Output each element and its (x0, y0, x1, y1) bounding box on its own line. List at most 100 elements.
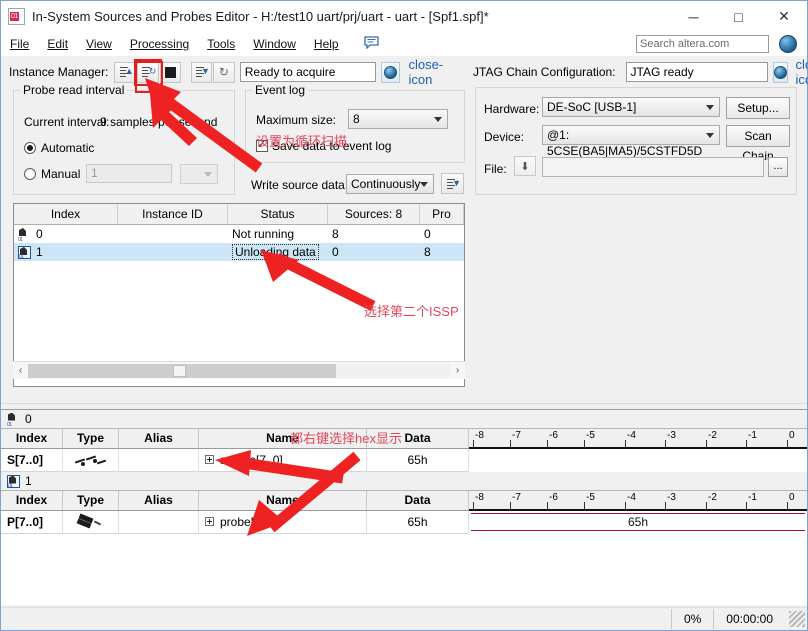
scroll-right-arrow-icon[interactable]: › (450, 365, 465, 376)
checkbox-indicator-save-data (256, 138, 268, 152)
write-source-data-label: Write source data: (251, 178, 349, 192)
minimize-button[interactable]: ─ (671, 1, 716, 32)
radio-indicator-manual (24, 168, 36, 180)
scrollbar-track[interactable] (28, 363, 450, 378)
write-source-data-button[interactable]: ▼ (441, 173, 464, 194)
manual-radio[interactable]: Manual (24, 167, 80, 181)
row-status: Not running (232, 227, 295, 241)
stop-analysis-button[interactable] (159, 61, 182, 83)
progress-percent: 0% (670, 609, 713, 629)
instance-group-header-1[interactable]: 1 (1, 472, 807, 491)
refresh-button[interactable]: ↻ (213, 61, 235, 83)
maximize-button[interactable]: □ (716, 1, 761, 32)
menu-item-view[interactable]: View (77, 35, 121, 53)
continuous-analysis-button[interactable]: ↻ (134, 58, 162, 86)
column-header-alias[interactable]: Alias (119, 491, 199, 510)
chevron-down-icon (434, 117, 442, 122)
column-header-type[interactable]: Type (63, 491, 119, 510)
browse-button[interactable]: ... (768, 157, 788, 177)
save-data-to-event-log-checkbox[interactable]: Save data to event log (256, 138, 391, 153)
instance-group-label: 0 (25, 412, 32, 426)
title-bar: In-System Sources and Probes Editor - H:… (1, 1, 807, 32)
instance-manager-status[interactable]: Ready to acquire (239, 62, 376, 82)
close-button[interactable]: ✕ (761, 1, 807, 32)
status-bar: 0% 00:00:00 (1, 607, 807, 630)
current-interval-label: Current interval: (24, 115, 110, 129)
instance-manager-close-icon[interactable]: close-icon (408, 57, 463, 87)
time-ruler: -8 -7 -6 -5 -4 -3 -2 -1 0 (469, 491, 807, 511)
device-label: Device: (484, 130, 525, 144)
row-probes: 0 (424, 227, 431, 241)
expand-icon[interactable] (205, 516, 214, 526)
event-log-legend: Event log (252, 83, 309, 97)
instance-group-header-0[interactable]: 0 (1, 410, 807, 429)
menu-item-help[interactable]: Help (305, 35, 348, 53)
column-header-index[interactable]: Index (1, 491, 63, 510)
chevron-down-icon (706, 133, 714, 138)
column-header-data[interactable]: Data (367, 429, 469, 448)
waveform-lane-source[interactable] (469, 449, 807, 472)
menu-item-processing[interactable]: Processing (121, 35, 198, 53)
write-source-data-combo[interactable]: Continuously (346, 174, 434, 194)
column-header-status[interactable]: Status (228, 204, 328, 224)
column-header-sources[interactable]: Sources: 8 (328, 204, 420, 224)
row-sources: 8 (332, 227, 339, 241)
row-data[interactable]: 65h (367, 448, 469, 472)
menu-item-file[interactable]: File (1, 35, 38, 53)
row-name-label: probe[7..0] (220, 514, 278, 529)
waveform-lane-probe[interactable]: 65h (469, 511, 807, 534)
waveform-ruler-0: -8 -7 -6 -5 -4 -3 -2 -1 0 (469, 429, 807, 472)
column-header-alias[interactable]: Alias (119, 429, 199, 448)
row-index: S[7..0] (1, 448, 63, 472)
menu-item-window[interactable]: Window (244, 35, 305, 53)
manual-interval-input[interactable]: 1 (86, 164, 172, 183)
column-header-index[interactable]: Index (1, 429, 63, 448)
automatic-radio[interactable]: Automatic (24, 141, 94, 155)
scan-chain-button[interactable]: Scan Chain (726, 125, 790, 163)
maximum-size-combo[interactable]: 8 (348, 109, 448, 129)
hardware-combo[interactable]: DE-SoC [USB-1] (542, 97, 720, 117)
row-name[interactable]: probe[7..0] (199, 510, 367, 534)
read-probe-data-button[interactable]: ▼ (190, 61, 213, 83)
jtag-header: JTAG Chain Configuration: JTAG ready clo… (471, 57, 808, 87)
device-value: @1: 5CSE(BA5|MA5)/5CSTFD5D (547, 128, 703, 158)
row-probes: 8 (424, 245, 431, 259)
file-input[interactable] (542, 157, 764, 177)
jtag-status[interactable]: JTAG ready (625, 62, 768, 82)
column-header-name[interactable]: Name (199, 429, 367, 448)
row-type (63, 448, 119, 472)
chevron-down-icon (420, 182, 428, 187)
column-header-index[interactable]: Index (14, 204, 118, 224)
speech-bubble-icon[interactable] (363, 36, 379, 52)
column-header-data[interactable]: Data (367, 491, 469, 510)
manual-interval-unit-combo[interactable] (180, 164, 218, 184)
row-name[interactable]: source[7..0] (199, 448, 367, 472)
column-header-instance-id[interactable]: Instance ID (118, 204, 228, 224)
resize-grip-icon[interactable] (789, 611, 805, 627)
instance-manager-help-icon[interactable] (380, 61, 401, 83)
scroll-left-arrow-icon[interactable]: ‹ (13, 365, 28, 376)
write-source-data-value: Continuously (351, 177, 421, 191)
setup-button[interactable]: Setup... (726, 97, 790, 119)
expand-icon[interactable] (205, 454, 214, 464)
file-label: File: (484, 162, 507, 176)
list-up-icon: ▲ (119, 66, 134, 78)
menu-item-edit[interactable]: Edit (38, 35, 77, 53)
download-file-icon[interactable]: ⬇ (514, 156, 536, 176)
column-header-name[interactable]: Name (199, 491, 367, 510)
menu-item-tools[interactable]: Tools (198, 35, 244, 53)
jtag-close-icon[interactable]: close-icon (796, 57, 808, 87)
jtag-help-icon[interactable] (772, 61, 788, 83)
column-header-type[interactable]: Type (63, 429, 119, 448)
scrollbar-grip[interactable] (173, 364, 186, 377)
instance-table-hscrollbar[interactable]: ‹ › (13, 361, 465, 379)
search-input[interactable]: Search altera.com (636, 35, 769, 53)
row-data[interactable]: 65h (367, 510, 469, 534)
column-header-probes[interactable]: Pro (420, 204, 464, 224)
device-combo[interactable]: @1: 5CSE(BA5|MA5)/5CSTFD5D (542, 125, 720, 158)
table-row[interactable]: 0 Not running 8 0 (14, 225, 464, 243)
table-row[interactable]: 1 Unloading data 0 8 (14, 243, 464, 261)
instance-manager-panel: Instance Manager: ▲ ↻ ▼ ↻ Ready to acqui… (7, 57, 465, 399)
run-analysis-button[interactable]: ▲ (114, 61, 136, 83)
globe-icon[interactable] (779, 35, 797, 53)
